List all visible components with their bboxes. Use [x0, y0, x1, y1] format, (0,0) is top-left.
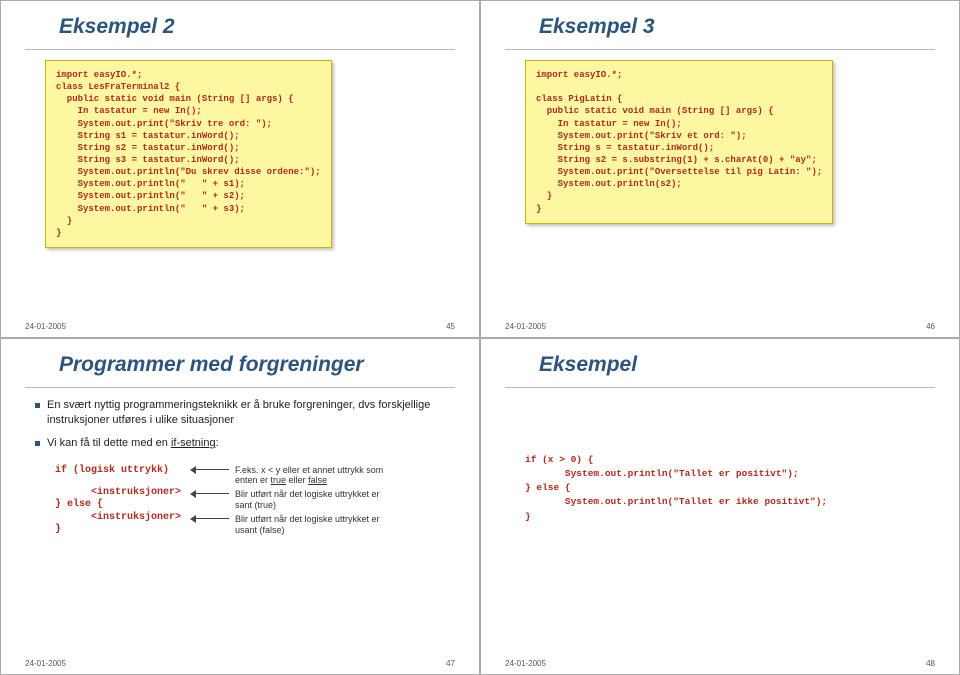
slide-title: Eksempel 3: [539, 15, 935, 39]
note-part: eller: [286, 475, 308, 485]
divider: [25, 387, 455, 388]
bullet-text: Vi kan få til dette med en if-setning:: [47, 436, 219, 451]
syntax-diagram: if (logisk uttrykk) F.eks. x < y eller e…: [25, 464, 455, 537]
divider: [25, 49, 455, 50]
slide-title: Eksempel 2: [59, 15, 455, 39]
code-fragment: <instruksjoner>: [55, 487, 195, 498]
slide-47: Programmer med forgreninger En svært nyt…: [0, 338, 480, 675]
annot-row: } Blir utført når det logiske uttrykket …: [55, 524, 455, 536]
note-underline: true: [271, 475, 287, 485]
bullet-item: Vi kan få til dette med en if-setning:: [35, 436, 455, 451]
slide-title: Eksempel: [539, 353, 935, 377]
footer-date: 24-01-2005: [505, 659, 546, 668]
annotation-note: Blir utført når det logiske uttrykket er…: [235, 514, 385, 536]
annotation-note: Blir utført når det logiske uttrykket er…: [235, 489, 385, 511]
bullet-icon: [35, 441, 40, 446]
slide-footer: 24-01-2005 46: [505, 322, 935, 331]
code-fragment: } else {: [55, 499, 195, 510]
footer-date: 24-01-2005: [25, 659, 66, 668]
arrow-icon: [195, 489, 235, 499]
footer-page: 47: [446, 659, 455, 668]
divider: [505, 49, 935, 50]
arrow-icon: [195, 465, 235, 475]
slide-48: Eksempel if (x > 0) { System.out.println…: [480, 338, 960, 675]
arrow-icon: [195, 514, 235, 524]
code-fragment: if (logisk uttrykk): [55, 465, 195, 476]
bullet-text-underline: if-setning: [171, 437, 216, 449]
bullet-item: En svært nyttig programmeringsteknikk er…: [35, 398, 455, 429]
slide-title: Programmer med forgreninger: [59, 353, 455, 377]
footer-page: 45: [446, 322, 455, 331]
code-box: import easyIO.*; class LesFraTerminal2 {…: [45, 60, 332, 248]
bullet-text-part: Vi kan få til dette med en: [47, 437, 171, 449]
code-fragment: }: [55, 524, 195, 535]
slide-footer: 24-01-2005 48: [505, 659, 935, 668]
footer-date: 24-01-2005: [505, 322, 546, 331]
divider: [505, 387, 935, 388]
slide-46: Eksempel 3 import easyIO.*; class PigLat…: [480, 0, 960, 338]
slide-45: Eksempel 2 import easyIO.*; class LesFra…: [0, 0, 480, 338]
annot-row: } else { Blir utført når det logiske utt…: [55, 499, 455, 511]
bullet-text-part: :: [216, 437, 219, 449]
bullet-list: En svært nyttig programmeringsteknikk er…: [35, 398, 455, 460]
note-underline: false: [308, 475, 327, 485]
footer-page: 46: [926, 322, 935, 331]
code-fragment: <instruksjoner>: [55, 512, 195, 523]
footer-date: 24-01-2005: [25, 322, 66, 331]
code-box: import easyIO.*; class PigLatin { public…: [525, 60, 833, 224]
slide-footer: 24-01-2005 45: [25, 322, 455, 331]
code-snippet: if (x > 0) { System.out.println("Tallet …: [525, 453, 935, 524]
annotation-note: F.eks. x < y eller et annet uttrykk som …: [235, 465, 385, 487]
bullet-text: En svært nyttig programmeringsteknikk er…: [47, 398, 455, 429]
annot-row: if (logisk uttrykk) F.eks. x < y eller e…: [55, 465, 455, 487]
footer-page: 48: [926, 659, 935, 668]
slide-footer: 24-01-2005 47: [25, 659, 455, 668]
bullet-icon: [35, 403, 40, 408]
